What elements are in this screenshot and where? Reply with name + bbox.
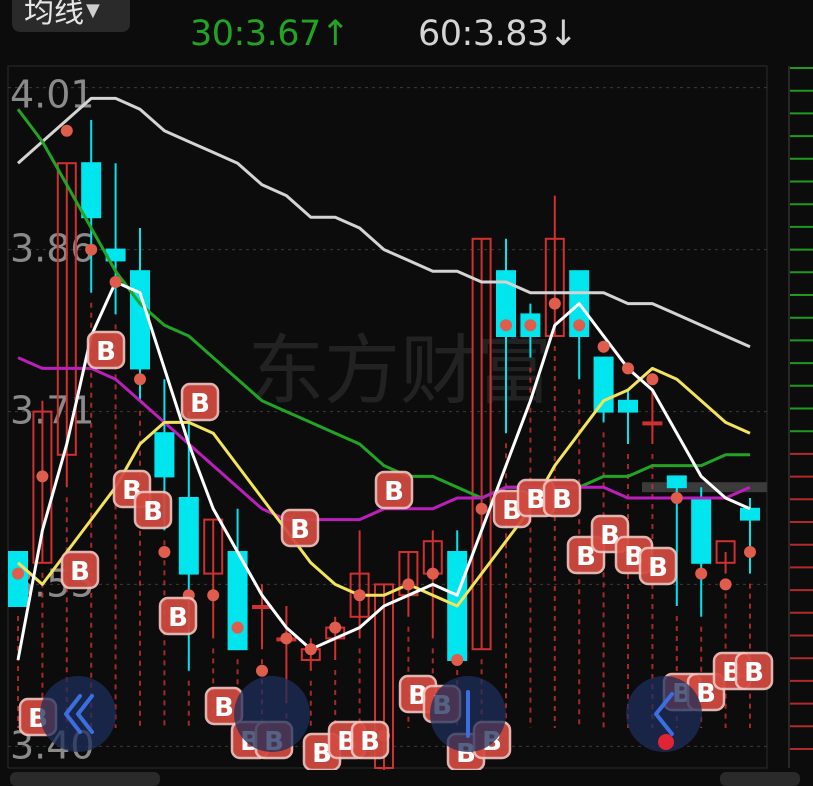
buy-marker-label: B xyxy=(190,389,210,419)
close-dot xyxy=(670,492,683,504)
close-dot xyxy=(158,546,171,558)
kline-chart[interactable]: 东方财富4.013.863.713.553.40BBBBBBBBBBB B BBBB… xyxy=(0,62,813,770)
buy-marker-label: B xyxy=(214,693,234,723)
bottom-tab-strip xyxy=(0,770,813,786)
close-dot xyxy=(109,276,122,288)
close-dot xyxy=(329,621,342,634)
candle-down xyxy=(227,551,248,651)
buy-marker: B xyxy=(542,478,582,518)
close-dot xyxy=(426,567,439,580)
buy-marker-label: B xyxy=(290,515,310,545)
close-dot xyxy=(134,373,146,386)
candle-down xyxy=(666,475,687,489)
candle-down xyxy=(130,270,150,370)
zoom-button-bg xyxy=(234,676,310,752)
close-dot xyxy=(231,621,244,634)
ma60-value: 60:3.83 xyxy=(418,14,549,54)
buy-marker: B xyxy=(86,330,126,370)
close-dot xyxy=(573,319,586,332)
buy-marker-label: B xyxy=(360,727,380,757)
candle-down xyxy=(154,432,175,478)
y-tick-label: 3.86 xyxy=(10,227,95,271)
close-dot xyxy=(744,546,756,558)
candle-up xyxy=(252,605,272,609)
candle-down xyxy=(618,399,638,413)
close-dot xyxy=(402,578,415,591)
close-dot xyxy=(451,654,464,666)
close-dot xyxy=(646,373,659,386)
buy-marker: B xyxy=(280,508,320,548)
buy-marker-label: B xyxy=(70,557,90,587)
buy-marker-label: B xyxy=(552,485,572,515)
close-dot xyxy=(622,362,634,375)
candle-up xyxy=(642,421,663,426)
buy-marker: B xyxy=(374,470,414,510)
close-dot xyxy=(36,470,49,483)
close-dot xyxy=(60,124,73,137)
close-dot xyxy=(719,578,732,591)
buy-marker-label: B xyxy=(143,497,163,527)
ma30-readout: 30:3.67↑ xyxy=(190,14,350,54)
ma60-readout: 60:3.83↓ xyxy=(418,14,578,54)
buy-marker: B xyxy=(60,550,100,590)
buy-marker-label: B xyxy=(384,477,404,507)
close-dot xyxy=(280,632,293,645)
candle-down xyxy=(691,497,712,564)
chart-header: 均线 ▼ 30:3.67↑ 60:3.83↓ xyxy=(0,0,813,62)
close-dot xyxy=(304,643,317,656)
ma-selector-button[interactable]: 均线 ▼ xyxy=(12,0,130,32)
bottom-tab[interactable] xyxy=(720,772,800,786)
candle-down xyxy=(81,162,102,219)
center-button[interactable] xyxy=(430,676,506,752)
dropdown-caret-icon: ▼ xyxy=(86,0,100,21)
buy-marker-label: B xyxy=(168,603,188,633)
close-dot xyxy=(207,589,220,602)
close-dot xyxy=(597,340,610,353)
ma-selector-label: 均线 xyxy=(24,0,84,30)
y-tick-label: 4.01 xyxy=(10,73,95,117)
close-dot xyxy=(12,567,24,580)
ma60-line xyxy=(17,96,751,349)
buy-marker: B xyxy=(734,651,774,691)
scroll-start-button[interactable] xyxy=(40,676,116,752)
close-dot xyxy=(524,319,537,332)
candle-down xyxy=(178,497,199,575)
buy-marker: B xyxy=(158,596,198,636)
buy-marker: B xyxy=(133,490,173,530)
bottom-tab[interactable] xyxy=(10,772,160,786)
buy-marker-label: B xyxy=(96,337,116,367)
close-dot xyxy=(353,589,366,602)
buy-marker-label: B xyxy=(648,553,668,583)
buy-marker-label: B xyxy=(744,658,764,688)
ma60-down-arrow-icon: ↓ xyxy=(548,14,578,54)
close-dot xyxy=(500,319,512,332)
close-dot xyxy=(256,664,268,677)
close-dot xyxy=(548,297,561,310)
notification-dot xyxy=(658,734,674,750)
close-dot xyxy=(85,243,98,256)
close-dot xyxy=(695,567,708,580)
candle-down xyxy=(740,507,760,521)
close-dot xyxy=(475,502,488,515)
buy-marker: B xyxy=(180,382,220,422)
buy-marker: B xyxy=(350,720,390,760)
ma30-up-arrow-icon: ↑ xyxy=(320,14,350,54)
zoom-button[interactable] xyxy=(234,676,310,752)
candle-down xyxy=(593,356,614,413)
buy-marker: B xyxy=(638,546,678,586)
ma30-value: 30:3.67 xyxy=(190,14,321,54)
